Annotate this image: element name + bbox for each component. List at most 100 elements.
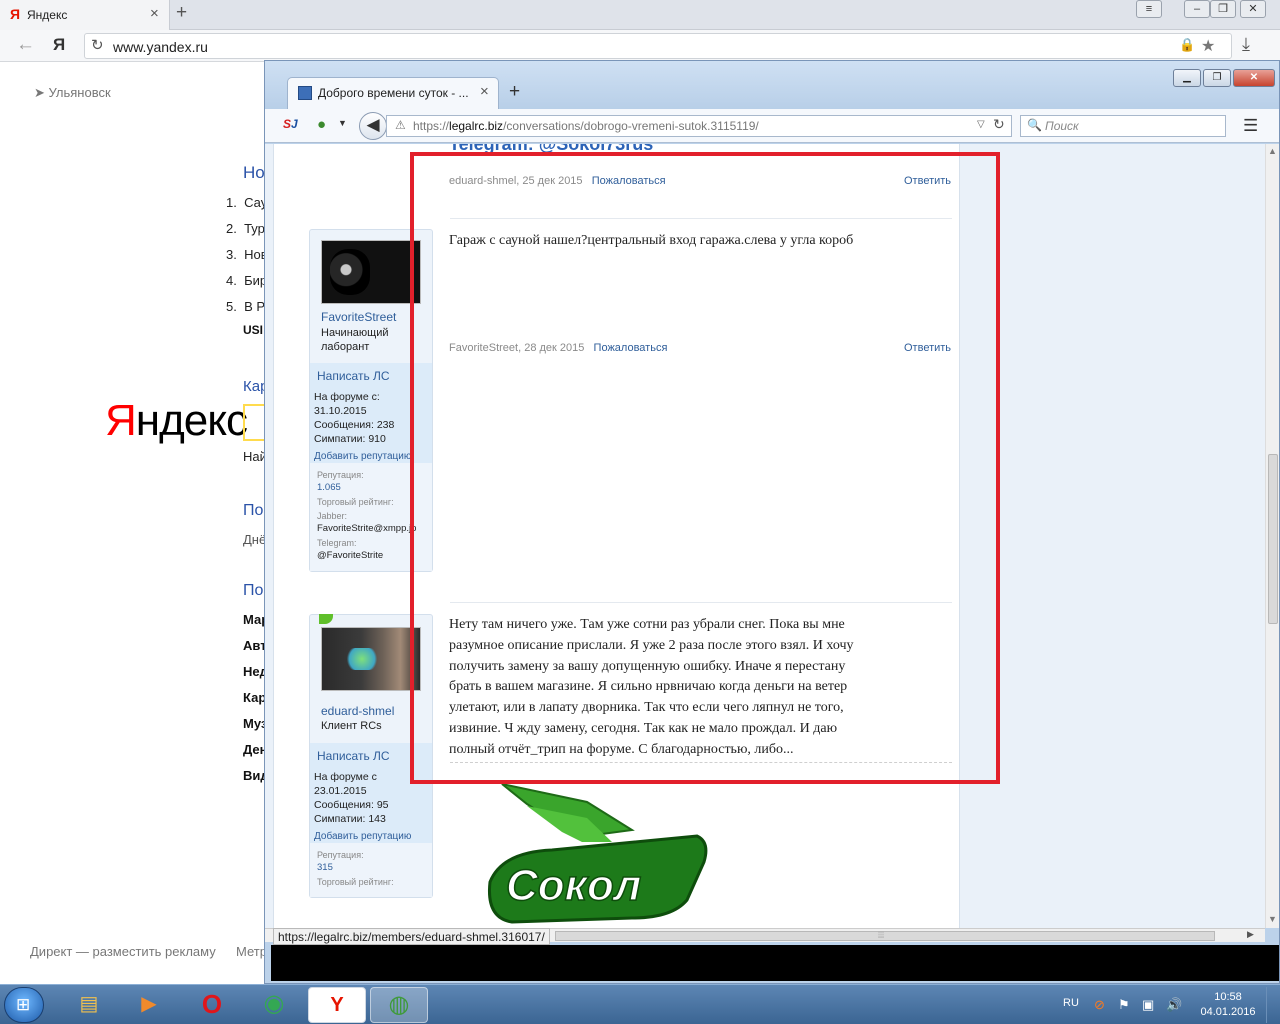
back-arrow-icon[interactable]: ← [16, 34, 35, 56]
yandex-address-bar: ← Я ↻ www.yandex.ru 🔒 ★ ⤓ [0, 30, 1280, 62]
tor-onion-icon[interactable]: ● [317, 116, 326, 133]
menu-icon[interactable]: ≡ [1136, 0, 1162, 18]
windows-taskbar: ⊞ ▤ ▶ O ◉ Y ◍ RU ⊘ ⚑ ▣ 🔊 10:58 04.01.201… [0, 984, 1280, 1024]
joined-date: 31.10.2015 [314, 405, 367, 417]
jabber-value: FavoriteStrite@xmpp.jp [317, 523, 417, 534]
sokol-signature-logo: Сокол [482, 772, 732, 928]
yandex-taskbar-icon[interactable]: Y [308, 987, 366, 1023]
news-item[interactable]: 5. В Р [226, 299, 265, 314]
minimize-icon[interactable]: – [1184, 0, 1210, 18]
grip-icon: ⦙⦙⦙ [878, 930, 885, 940]
service-link[interactable]: Кар [243, 690, 266, 705]
firefox-url-text: https://legalrc.biz/conversations/dobrog… [413, 119, 759, 133]
reload-icon[interactable]: ↻ [91, 36, 104, 54]
windows-flag-icon: ⊞ [16, 995, 31, 1014]
news-item[interactable]: 3. Нов [226, 247, 268, 262]
network-icon[interactable]: ▣ [1142, 997, 1154, 1013]
warning-triangle-icon[interactable]: ⚠ [395, 118, 406, 132]
yandex-url-field[interactable]: ↻ www.yandex.ru 🔒 ★ [84, 33, 1232, 59]
telegram-label: Telegram: [317, 538, 357, 548]
input-language[interactable]: RU [1063, 997, 1079, 1009]
url-path: /conversations/dobrogo-vremeni-sutok.311… [503, 119, 759, 133]
news-title[interactable]: Но [243, 163, 265, 183]
rep-value[interactable]: 315 [317, 862, 333, 873]
send-pm-link[interactable]: Написать ЛС [317, 749, 390, 763]
restore-icon[interactable]: ❐ [1203, 69, 1231, 87]
news-item[interactable]: 1. Сау [226, 195, 267, 210]
weather-text: Днё [243, 532, 267, 547]
usd-rate[interactable]: USI [243, 323, 263, 337]
rep-value[interactable]: 1.065 [317, 482, 341, 493]
restore-icon[interactable]: ❐ [1210, 0, 1236, 18]
trade-label: Торговый рейтинг: [317, 497, 394, 507]
close-icon[interactable]: × [480, 83, 489, 100]
media-player-taskbar-icon[interactable]: ▶ [120, 987, 178, 1023]
scroll-down-icon[interactable]: ▼ [1268, 914, 1277, 924]
firefox-tab[interactable]: Доброго времени суток - ... × [287, 77, 499, 109]
close-window-icon[interactable]: ✕ [1240, 0, 1266, 18]
send-pm-link[interactable]: Написать ЛС [317, 369, 390, 383]
highlight-rectangle [410, 152, 1000, 784]
url-host: legalrc.biz [449, 119, 504, 133]
news-text: Тур [244, 221, 265, 236]
yandex-search-input[interactable] [243, 404, 265, 441]
firefox-url-field[interactable]: ⚠ https://legalrc.biz/conversations/dobr… [386, 115, 1012, 137]
explorer-taskbar-icon[interactable]: ▤ [60, 987, 118, 1023]
search-placeholder: Поиск [1045, 119, 1079, 133]
url-history-dropdown-icon[interactable]: ▽ [977, 119, 985, 130]
new-tab-icon[interactable]: + [176, 2, 187, 24]
hamburger-menu-icon[interactable]: ☰ [1243, 116, 1258, 136]
bookmark-star-icon[interactable]: ★ [1201, 36, 1215, 56]
minimize-icon[interactable]: ▁ [1173, 69, 1201, 87]
download-icon[interactable]: ⤓ [1242, 34, 1250, 55]
site-favicon-icon [298, 86, 312, 100]
firefox-search-input[interactable]: 🔍 Поиск [1020, 115, 1226, 137]
new-tab-icon[interactable]: + [509, 81, 520, 103]
volume-icon[interactable]: 🔊 [1166, 997, 1182, 1013]
yandex-url-text: www.yandex.ru [113, 39, 208, 55]
tray-app-icon[interactable]: ⊘ [1094, 997, 1105, 1013]
reload-icon[interactable]: ↻ [993, 116, 1005, 133]
add-reputation-link[interactable]: Добавить репутацию [314, 451, 411, 462]
scrollbar-thumb[interactable] [1268, 454, 1278, 624]
footer-direct-link[interactable]: Директ — разместить рекламу [30, 944, 216, 959]
opera-taskbar-icon[interactable]: O [183, 987, 241, 1023]
username-link[interactable]: FavoriteStreet [321, 310, 396, 324]
vertical-scrollbar[interactable]: ▲ ▼ [1265, 144, 1279, 928]
sokol-logo-text: Сокол [506, 861, 641, 910]
lock-icon[interactable]: 🔒 [1179, 37, 1195, 53]
close-icon[interactable]: × [150, 5, 159, 22]
yandex-home-icon[interactable]: Я [53, 35, 65, 55]
news-item[interactable]: 4. Бир [226, 273, 267, 288]
sj-addon-icon[interactable]: SJ [283, 117, 298, 131]
scroll-right-icon[interactable]: ▶ [1247, 929, 1254, 940]
footer-metrika-link[interactable]: Метр [236, 944, 267, 959]
services-title[interactable]: По [243, 582, 263, 600]
scroll-up-icon[interactable]: ▲ [1268, 146, 1277, 156]
close-window-icon[interactable]: ✕ [1233, 69, 1275, 87]
username-link[interactable]: eduard-shmel [321, 704, 394, 718]
clock-time[interactable]: 10:58 [1200, 991, 1256, 1003]
smoke-figure [344, 648, 380, 670]
tor-browser-taskbar-icon[interactable]: ◍ [370, 987, 428, 1023]
news-item[interactable]: 2. Тур [226, 221, 265, 236]
clock-date[interactable]: 04.01.2016 [1196, 1006, 1260, 1018]
add-reputation-link[interactable]: Добавить репутацию [314, 831, 411, 842]
action-center-flag-icon[interactable]: ⚑ [1118, 997, 1130, 1013]
start-button[interactable]: ⊞ [4, 987, 44, 1023]
yandex-city[interactable]: ➤ Ульяновск [34, 85, 111, 101]
news-num: 2. [226, 221, 237, 236]
horizontal-scrollbar-thumb[interactable]: ⦙⦙⦙ [555, 930, 1215, 941]
back-button[interactable]: ◀ [359, 112, 387, 140]
firefox-window-controls: ▁ ❐ ✕ [1173, 69, 1277, 89]
avatar[interactable] [321, 627, 421, 691]
news-num: 1. [226, 195, 237, 210]
yandex-tab[interactable]: Я Яндекс × [0, 0, 170, 30]
avatar[interactable] [321, 240, 421, 304]
search-icon: 🔍 [1027, 118, 1042, 132]
chrome-taskbar-icon[interactable]: ◉ [245, 987, 303, 1023]
show-desktop-button[interactable] [1266, 987, 1278, 1023]
dropdown-caret-icon[interactable]: ▼ [338, 118, 347, 128]
news-num: 3. [226, 247, 237, 262]
weather-title[interactable]: По [243, 502, 263, 520]
